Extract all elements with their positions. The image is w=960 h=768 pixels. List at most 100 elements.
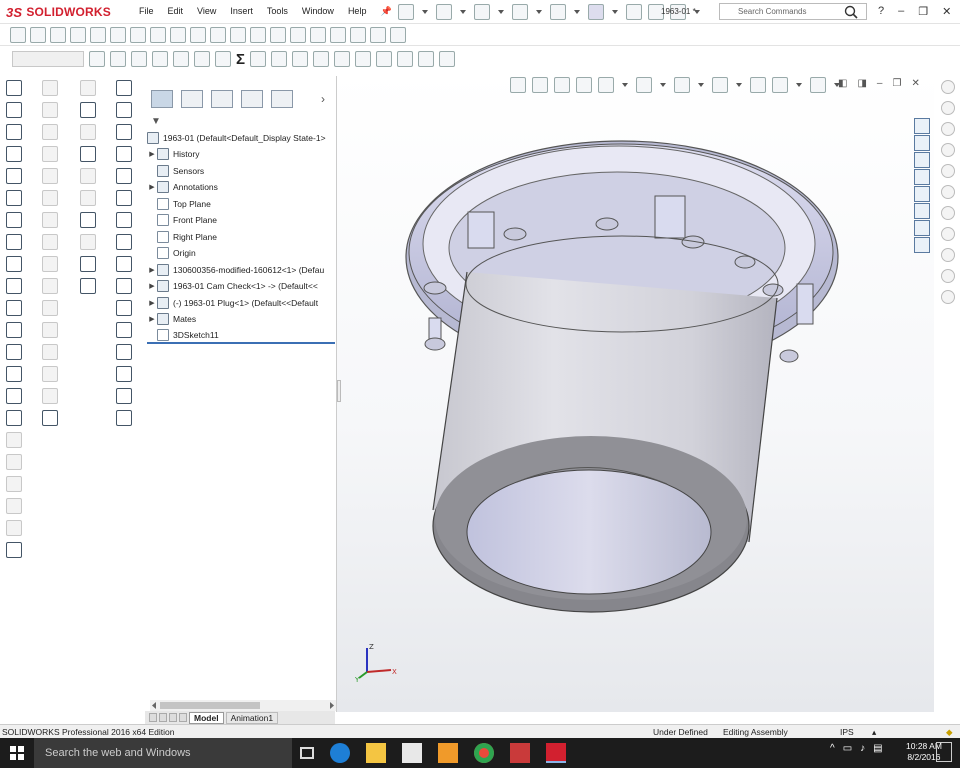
scene-icon[interactable] bbox=[772, 77, 788, 93]
section-view-icon[interactable] bbox=[576, 77, 592, 93]
tab-animation[interactable]: Animation1 bbox=[225, 711, 279, 724]
centerline-icon[interactable] bbox=[6, 344, 22, 360]
expand-arrow-icon[interactable]: ▶ bbox=[147, 150, 157, 158]
chrome-icon[interactable] bbox=[474, 743, 494, 763]
trim-icon[interactable] bbox=[6, 102, 22, 118]
sketch-icon[interactable] bbox=[116, 410, 132, 426]
settings-icon[interactable] bbox=[152, 51, 168, 67]
assembly-model[interactable] bbox=[337, 72, 934, 712]
menu-file[interactable]: File bbox=[132, 6, 161, 17]
display-icon[interactable] bbox=[390, 26, 406, 43]
restore-button[interactable]: ❐ bbox=[918, 5, 928, 18]
cube-icon[interactable] bbox=[330, 26, 346, 43]
chevron-down-icon[interactable] bbox=[796, 83, 802, 87]
clock-icon[interactable] bbox=[173, 51, 189, 67]
fillet-icon[interactable] bbox=[6, 278, 22, 294]
spline-icon[interactable] bbox=[6, 234, 22, 250]
save-icon[interactable] bbox=[474, 4, 490, 20]
tree-item-origin[interactable]: Origin bbox=[147, 245, 335, 262]
sensor-icon[interactable] bbox=[250, 51, 267, 67]
coordinate-icon[interactable] bbox=[116, 256, 132, 272]
line-icon[interactable] bbox=[6, 80, 22, 96]
rectangle-icon[interactable] bbox=[6, 146, 22, 162]
compare-icon[interactable] bbox=[355, 51, 372, 67]
menu-insert[interactable]: Insert bbox=[223, 6, 260, 17]
line-icon[interactable] bbox=[6, 124, 22, 140]
pin-icon[interactable]: 📌 bbox=[373, 6, 398, 17]
dimension-icon[interactable] bbox=[6, 520, 22, 536]
chevron-down-icon[interactable] bbox=[622, 83, 628, 87]
chevron-down-icon[interactable] bbox=[660, 83, 666, 87]
fillet-icon[interactable] bbox=[42, 190, 58, 206]
draft-icon[interactable] bbox=[42, 278, 58, 294]
chevron-down-icon[interactable] bbox=[698, 83, 704, 87]
measure-icon[interactable] bbox=[250, 26, 266, 43]
expand-arrow-icon[interactable]: ▶ bbox=[147, 183, 157, 191]
cut-icon[interactable] bbox=[42, 168, 58, 184]
sweep-icon[interactable] bbox=[42, 124, 58, 140]
calculator-app-icon[interactable] bbox=[510, 743, 530, 763]
tree-item-component[interactable]: ▶ 1963-01 Cam Check<1> -> (Default<< bbox=[147, 278, 335, 295]
tab-dimxpert-icon[interactable] bbox=[241, 90, 263, 108]
palette-icon[interactable] bbox=[941, 269, 955, 283]
chevron-down-icon[interactable] bbox=[736, 83, 742, 87]
filter-icon[interactable]: ▼ bbox=[151, 116, 161, 127]
sensor-icon[interactable] bbox=[271, 51, 288, 67]
mirror-icon[interactable] bbox=[6, 432, 22, 448]
component-icon[interactable] bbox=[80, 124, 96, 140]
chevron-down-icon[interactable] bbox=[574, 10, 580, 14]
menu-edit[interactable]: Edit bbox=[161, 6, 191, 17]
convert-icon[interactable] bbox=[6, 388, 22, 404]
arc-icon[interactable] bbox=[6, 212, 22, 228]
cube-icon[interactable] bbox=[42, 410, 58, 426]
tree-item-right-plane[interactable]: Right Plane bbox=[147, 229, 335, 246]
expand-arrow-icon[interactable]: ▶ bbox=[147, 282, 157, 290]
rebuild-icon[interactable] bbox=[626, 4, 642, 20]
menu-tools[interactable]: Tools bbox=[260, 6, 295, 17]
panel-splitter[interactable] bbox=[337, 380, 341, 402]
paperclip-icon[interactable] bbox=[116, 102, 132, 118]
view-settings-icon[interactable] bbox=[810, 77, 826, 93]
notification-icon[interactable]: ▤ bbox=[873, 743, 882, 754]
edge-browser-icon[interactable] bbox=[330, 743, 350, 763]
tab-configuration-icon[interactable] bbox=[211, 90, 233, 108]
hole-icon[interactable] bbox=[42, 300, 58, 316]
sigma-icon[interactable]: Σ bbox=[236, 51, 245, 68]
palette-icon[interactable] bbox=[941, 248, 955, 262]
graphics-area[interactable]: Z X Y bbox=[337, 72, 934, 712]
component-icon[interactable] bbox=[80, 80, 96, 96]
zoom-icon[interactable] bbox=[230, 26, 246, 43]
anchor-icon[interactable] bbox=[10, 26, 26, 43]
action-center-icon[interactable] bbox=[936, 742, 952, 762]
units-selector[interactable]: IPS bbox=[840, 727, 854, 737]
pattern-icon[interactable] bbox=[270, 26, 286, 43]
sketch-icon[interactable] bbox=[6, 542, 22, 558]
open-folder-icon[interactable] bbox=[436, 4, 452, 20]
tab-model[interactable]: Model bbox=[189, 711, 224, 724]
pattern-icon[interactable] bbox=[6, 454, 22, 470]
point-icon[interactable] bbox=[6, 322, 22, 338]
close-button[interactable]: ✕ bbox=[942, 5, 951, 18]
mirror-icon[interactable] bbox=[42, 366, 58, 382]
relation-icon[interactable] bbox=[6, 498, 22, 514]
note-icon[interactable] bbox=[116, 146, 132, 162]
configuration-select[interactable] bbox=[12, 51, 84, 67]
print-icon[interactable] bbox=[512, 4, 528, 20]
view-orientation-icon[interactable] bbox=[636, 77, 652, 93]
gear-icon[interactable] bbox=[194, 51, 210, 67]
solidworks-taskbar-icon[interactable] bbox=[546, 743, 566, 763]
home-icon[interactable] bbox=[914, 118, 930, 134]
component-icon[interactable] bbox=[80, 102, 96, 118]
palette-icon[interactable] bbox=[941, 143, 955, 157]
taskbar-search-box[interactable]: Search the web and Windows bbox=[34, 738, 292, 768]
slot-icon[interactable] bbox=[6, 168, 22, 184]
appearance-icon[interactable] bbox=[370, 26, 386, 43]
explode-icon[interactable] bbox=[116, 344, 132, 360]
restore-icon[interactable]: ❐ bbox=[892, 78, 901, 89]
menu-view[interactable]: View bbox=[190, 6, 223, 17]
palette-icon[interactable] bbox=[941, 101, 955, 115]
tab-feature-tree-icon[interactable] bbox=[151, 90, 173, 108]
palette-icon[interactable] bbox=[941, 80, 955, 94]
next-tab-icon[interactable] bbox=[169, 713, 177, 722]
check-icon[interactable] bbox=[89, 51, 105, 67]
